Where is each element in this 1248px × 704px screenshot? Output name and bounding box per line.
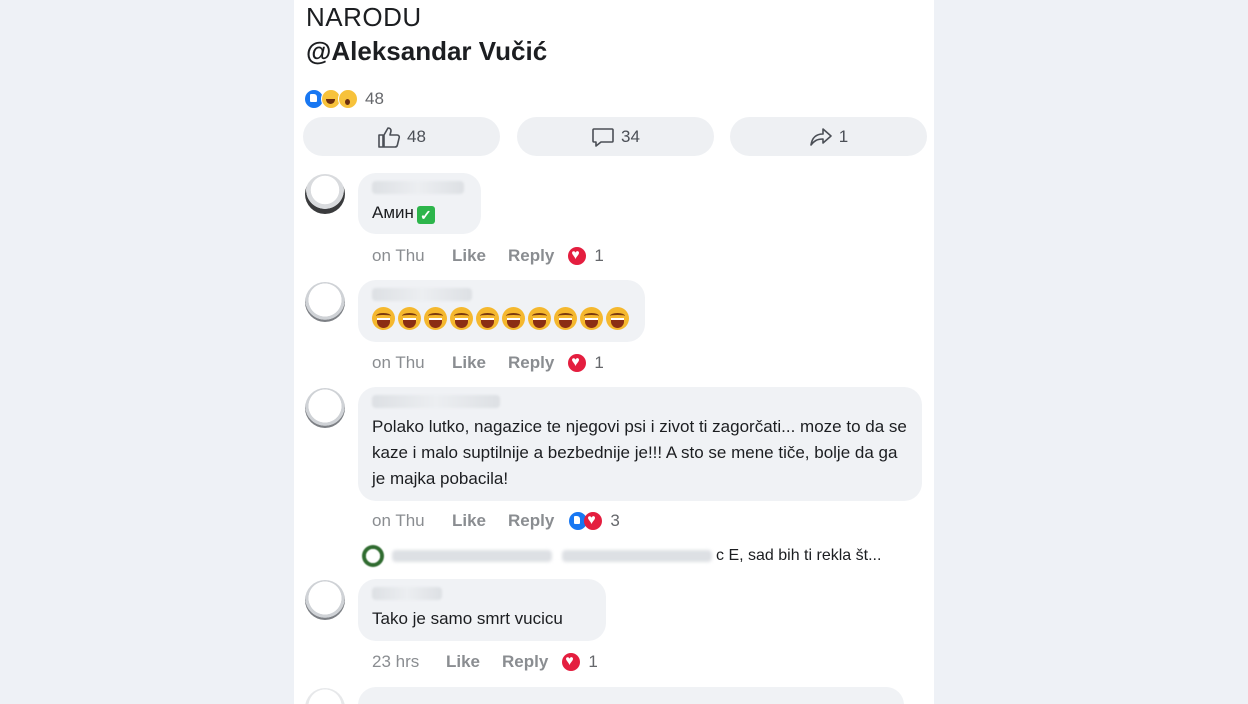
comment-bubble: Tako je samo smrt vucicu xyxy=(358,579,606,641)
comment-bubble: Амин ✓ xyxy=(358,173,481,234)
comment-meta: 23 hrs Like Reply 1 xyxy=(372,652,598,672)
comment-time[interactable]: 23 hrs xyxy=(372,652,446,672)
laughing-emoji-icon xyxy=(554,307,577,330)
like-button[interactable]: 48 xyxy=(303,117,500,156)
comment-author-name[interactable] xyxy=(372,181,464,194)
laughing-emoji-icon xyxy=(528,307,551,330)
laughing-emoji-icon xyxy=(398,307,421,330)
laughing-emoji-icon xyxy=(424,307,447,330)
comment-meta: on Thu Like Reply 3 xyxy=(372,511,620,531)
comment-like-button[interactable]: Like xyxy=(452,246,486,266)
comment-meta: on Thu Like Reply 1 xyxy=(372,353,604,373)
comment-time[interactable]: on Thu xyxy=(372,511,452,531)
comment-time[interactable]: on Thu xyxy=(372,353,452,373)
comment-author-name[interactable] xyxy=(372,587,442,600)
comment-button[interactable]: 34 xyxy=(517,117,714,156)
comment-reaction-count[interactable]: 1 xyxy=(588,652,597,672)
reply-avatar xyxy=(362,545,384,567)
checkmark-emoji-icon: ✓ xyxy=(416,206,435,224)
laughing-emoji-row xyxy=(372,307,631,330)
comment-text: Polako lutko, nagazice te njegovi psi i … xyxy=(372,417,907,488)
laughing-emoji-icon xyxy=(372,307,395,330)
comment-bubble xyxy=(358,280,645,342)
avatar[interactable] xyxy=(305,580,345,620)
love-reaction-icon xyxy=(568,353,587,372)
laughing-emoji-icon xyxy=(580,307,603,330)
laughing-emoji-icon xyxy=(450,307,473,330)
comment-reaction-count[interactable]: 1 xyxy=(594,353,603,373)
comment-reply-button[interactable]: Reply xyxy=(502,652,548,672)
comment-reply-button[interactable]: Reply xyxy=(508,353,554,373)
comment-icon xyxy=(592,127,614,147)
comment-reply-button[interactable]: Reply xyxy=(508,511,554,531)
like-count: 48 xyxy=(407,126,426,146)
comment-reply-button[interactable]: Reply xyxy=(508,246,554,266)
thumbs-up-icon xyxy=(378,126,401,148)
reply-author-name xyxy=(392,550,552,562)
comment-reaction-count[interactable]: 3 xyxy=(610,511,619,531)
reply-preview[interactable]: c E, sad bih ti rekla št... xyxy=(362,543,922,569)
avatar[interactable] xyxy=(305,688,345,704)
comment-time[interactable]: on Thu xyxy=(372,246,452,266)
avatar[interactable] xyxy=(305,282,345,322)
comment-count: 34 xyxy=(621,126,640,146)
laughing-emoji-icon xyxy=(502,307,525,330)
share-count: 1 xyxy=(838,126,849,146)
comment-like-button[interactable]: Like xyxy=(452,511,486,531)
love-reaction-icon xyxy=(584,511,603,530)
laughing-emoji-icon xyxy=(606,307,629,330)
comment-bubble: Polako lutko, nagazice te njegovi psi i … xyxy=(358,387,922,501)
reaction-count: 48 xyxy=(365,89,384,108)
post-text-mention[interactable]: @Aleksandar Vučić xyxy=(306,36,547,67)
wow-icon xyxy=(338,89,358,109)
laughing-emoji-icon xyxy=(476,307,499,330)
love-reaction-icon xyxy=(568,246,587,265)
avatar[interactable] xyxy=(305,388,345,428)
share-button[interactable]: 1 xyxy=(730,117,927,156)
post-text-line1: NARODU xyxy=(306,2,422,32)
love-reaction-icon xyxy=(562,652,581,671)
comment-like-button[interactable]: Like xyxy=(452,353,486,373)
comment-bubble xyxy=(358,687,904,704)
avatar[interactable] xyxy=(305,174,345,214)
comment-meta: on Thu Like Reply 1 xyxy=(372,246,604,266)
comment-like-button[interactable]: Like xyxy=(446,652,480,672)
comment-author-name[interactable] xyxy=(372,288,472,301)
reply-preview-text: c E, sad bih ti rekla št... xyxy=(716,547,882,564)
comment-text: Tako je samo smrt vucicu xyxy=(372,609,563,628)
comment-author-name[interactable] xyxy=(372,395,500,408)
post-card: NARODU @Aleksandar Vučić 48 48 34 1 Амин… xyxy=(294,0,934,704)
share-icon xyxy=(809,127,832,146)
comment-text: Амин ✓ xyxy=(372,200,467,226)
post-reactions-summary[interactable]: 48 xyxy=(304,88,384,110)
reply-mention xyxy=(562,550,712,562)
comment-reaction-count[interactable]: 1 xyxy=(594,246,603,266)
